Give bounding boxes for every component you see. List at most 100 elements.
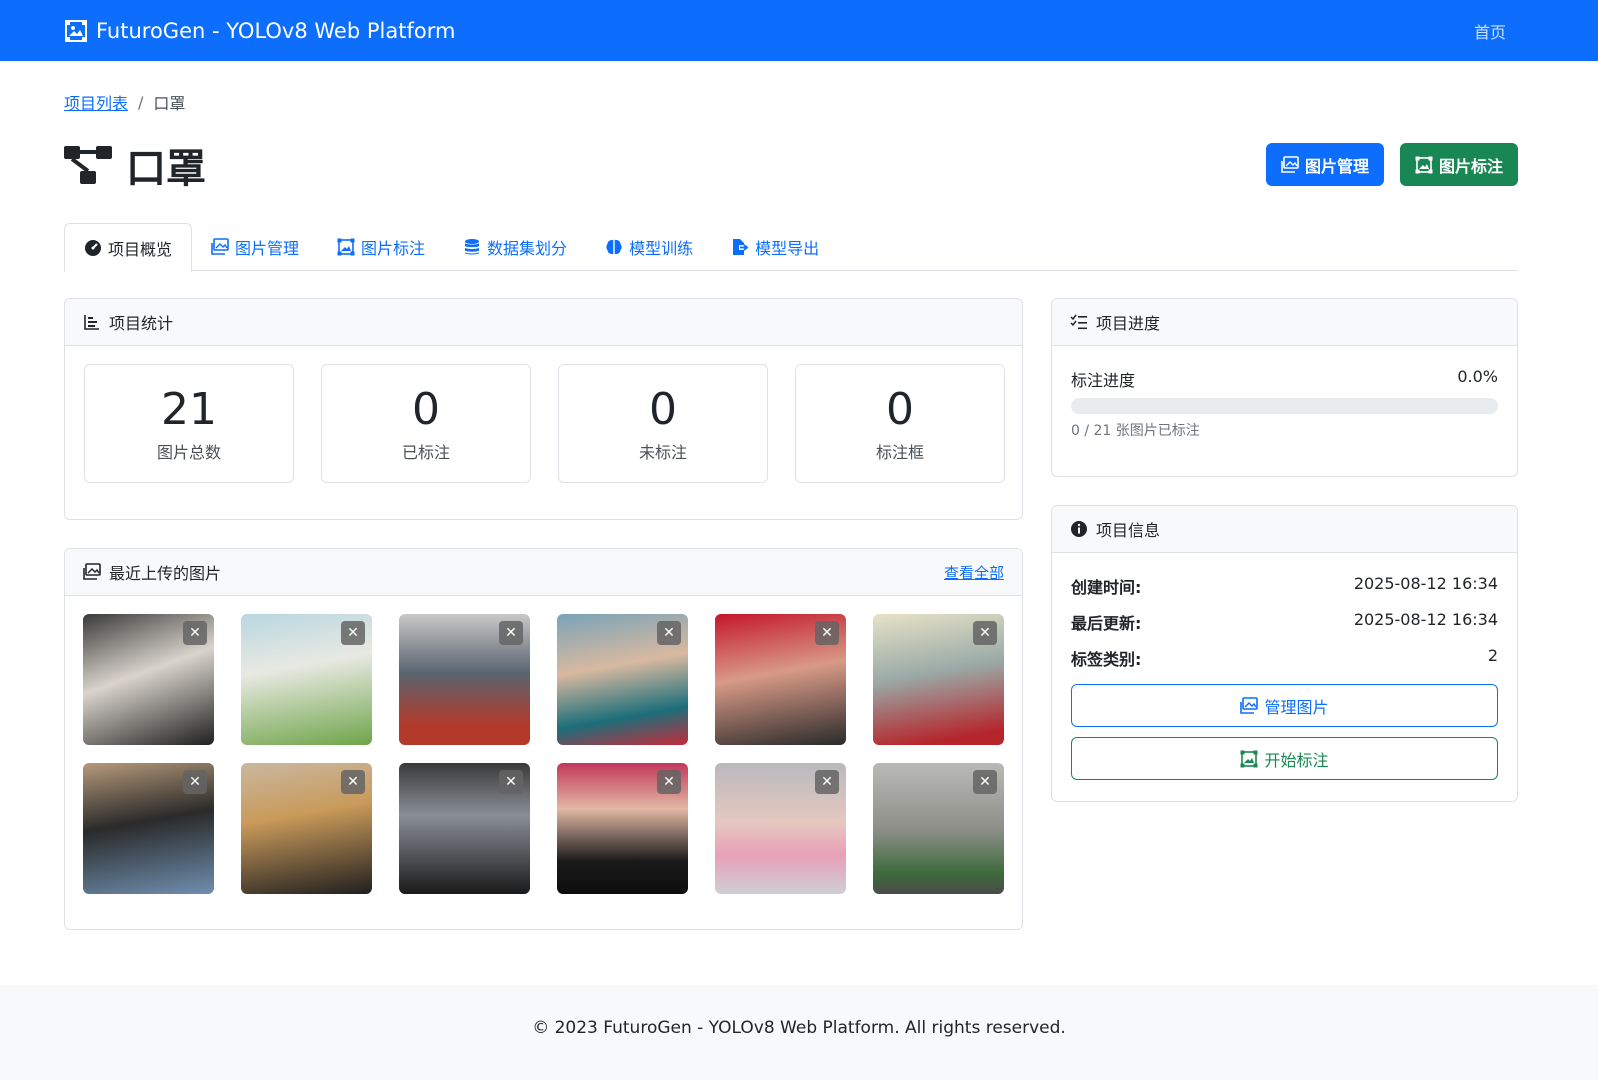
tab-dataset-split[interactable]: 数据集划分 [444,223,586,271]
info-icon [1071,521,1087,537]
delete-image-button[interactable]: ✕ [657,770,681,794]
checklist-icon [1070,314,1087,330]
speedometer-icon [85,239,101,256]
tab-model-training[interactable]: 模型训练 [586,223,712,271]
progress-bar [1071,398,1498,414]
tab-model-export[interactable]: 模型导出 [712,223,838,271]
delete-image-button[interactable]: ✕ [973,770,997,794]
info-updated-row: 最后更新: 2025-08-12 16:34 [1071,610,1498,634]
progress-caption: 0 / 21 张图片已标注 [1071,423,1200,439]
bounding-box-icon [337,238,355,256]
delete-image-button[interactable]: ✕ [657,621,681,645]
start-annotation-button[interactable]: 开始标注 [1071,737,1498,780]
image-thumbnail[interactable]: ✕ [83,614,214,745]
project-stats-title: 项目统计 [109,314,174,333]
stat-boxes: 0 标注框 [795,364,1005,483]
tab-image-management[interactable]: 图片管理 [192,223,318,271]
brain-icon [606,239,622,255]
image-thumbnail[interactable]: ✕ [873,763,1004,894]
stat-value: 0 [649,384,677,435]
image-management-button[interactable]: 图片管理 [1265,143,1384,186]
progress-percent: 0.0% [1457,367,1498,386]
image-thumbnail[interactable]: ✕ [557,614,688,745]
info-updated-value: 2025-08-12 16:34 [1353,610,1498,629]
bounding-box-icon [65,19,87,42]
title-row: 口罩 [64,136,206,194]
progress-label: 标注进度 [1071,371,1136,390]
diagram-icon [64,146,112,184]
top-buttons: 图片管理 图片标注 [1265,143,1518,186]
delete-image-button[interactable]: ✕ [499,770,523,794]
navbar: FuturoGen - YOLOv8 Web Platform 首页 [0,0,1598,61]
stat-value: 21 [161,384,217,435]
delete-image-button[interactable]: ✕ [815,621,839,645]
info-created-label: 创建时间: [1071,578,1142,597]
brand[interactable]: FuturoGen - YOLOv8 Web Platform [64,19,455,43]
stat-label: 已标注 [401,443,450,462]
delete-image-button[interactable]: ✕ [183,770,207,794]
stat-unannotated: 0 未标注 [558,364,768,483]
delete-image-button[interactable]: ✕ [815,770,839,794]
project-info-title: 项目信息 [1096,521,1161,540]
stat-value: 0 [412,384,440,435]
stat-annotated: 0 已标注 [321,364,531,483]
image-thumbnail[interactable]: ✕ [715,614,846,745]
images-icon [1240,696,1259,714]
project-stats-header: 项目统计 [65,299,1022,346]
info-labels-label: 标签类别: [1071,650,1142,669]
footer: © 2023 FuturoGen - YOLOv8 Web Platform. … [0,985,1598,1080]
delete-image-button[interactable]: ✕ [341,770,365,794]
info-labels-value: 2 [1487,646,1498,665]
delete-image-button[interactable]: ✕ [183,621,207,645]
stat-label: 标注框 [875,443,924,462]
image-annotation-button-label: 图片标注 [1438,156,1503,176]
tab-image-management-label: 图片管理 [235,239,300,258]
image-annotation-button[interactable]: 图片标注 [1399,143,1518,186]
info-labels-row: 标签类别: 2 [1071,646,1498,670]
image-thumbnail[interactable]: ✕ [873,614,1004,745]
stat-label: 未标注 [638,443,687,462]
manage-images-button-label: 管理图片 [1264,697,1329,717]
project-progress-title: 项目进度 [1096,314,1161,333]
tab-overview-label: 项目概览 [108,239,173,259]
tab-bar: 项目概览 图片管理 图片标注 数据集划分 模型训练 模型导出 [64,223,1518,272]
info-created-value: 2025-08-12 16:34 [1353,574,1498,593]
progress-row: 标注进度 0.0% [1071,367,1498,391]
info-created-row: 创建时间: 2025-08-12 16:34 [1071,574,1498,598]
recent-images-card: 最近上传的图片 查看全部 ✕ ✕ ✕ ✕ ✕ ✕ ✕ ✕ ✕ ✕ ✕ ✕ [64,548,1023,930]
nav-home-link[interactable]: 首页 [1474,19,1506,43]
image-thumbnail[interactable]: ✕ [399,614,530,745]
image-thumbnail[interactable]: ✕ [399,763,530,894]
delete-image-button[interactable]: ✕ [973,621,997,645]
image-thumbnail[interactable]: ✕ [715,763,846,894]
image-thumbnail[interactable]: ✕ [83,763,214,894]
images-icon [83,563,101,580]
project-progress-card: 项目进度 标注进度 0.0% 0 / 21 张图片已标注 [1051,298,1518,477]
brand-text: FuturoGen - YOLOv8 Web Platform [96,18,456,43]
breadcrumb-project-list-link[interactable]: 项目列表 [64,90,128,114]
info-updated-label: 最后更新: [1071,614,1142,633]
image-thumbnail[interactable]: ✕ [241,763,372,894]
page-title: 口罩 [126,146,206,192]
delete-image-button[interactable]: ✕ [341,621,365,645]
tab-model-export-label: 模型导出 [755,239,820,258]
stat-label: 图片总数 [156,443,221,462]
bounding-box-icon [1415,156,1433,173]
footer-text: © 2023 FuturoGen - YOLOv8 Web Platform. … [532,1017,1066,1038]
breadcrumb: 项目列表 / 口罩 [64,90,185,114]
tab-model-training-label: 模型训练 [629,239,694,258]
tab-overview[interactable]: 项目概览 [64,223,193,272]
delete-image-button[interactable]: ✕ [499,621,523,645]
breadcrumb-separator: / [138,92,144,112]
breadcrumb-current: 口罩 [153,94,186,113]
project-info-header: 项目信息 [1052,506,1517,553]
manage-images-button[interactable]: 管理图片 [1071,684,1498,727]
view-all-link[interactable]: 查看全部 [944,562,1004,583]
image-thumbnail[interactable]: ✕ [557,763,688,894]
images-icon [211,238,229,255]
start-annotation-button-label: 开始标注 [1264,750,1329,770]
image-thumbnail[interactable]: ✕ [241,614,372,745]
tab-image-annotation[interactable]: 图片标注 [318,223,444,271]
tab-dataset-split-label: 数据集划分 [487,239,568,258]
recent-images-header: 最近上传的图片 查看全部 [65,549,1022,596]
